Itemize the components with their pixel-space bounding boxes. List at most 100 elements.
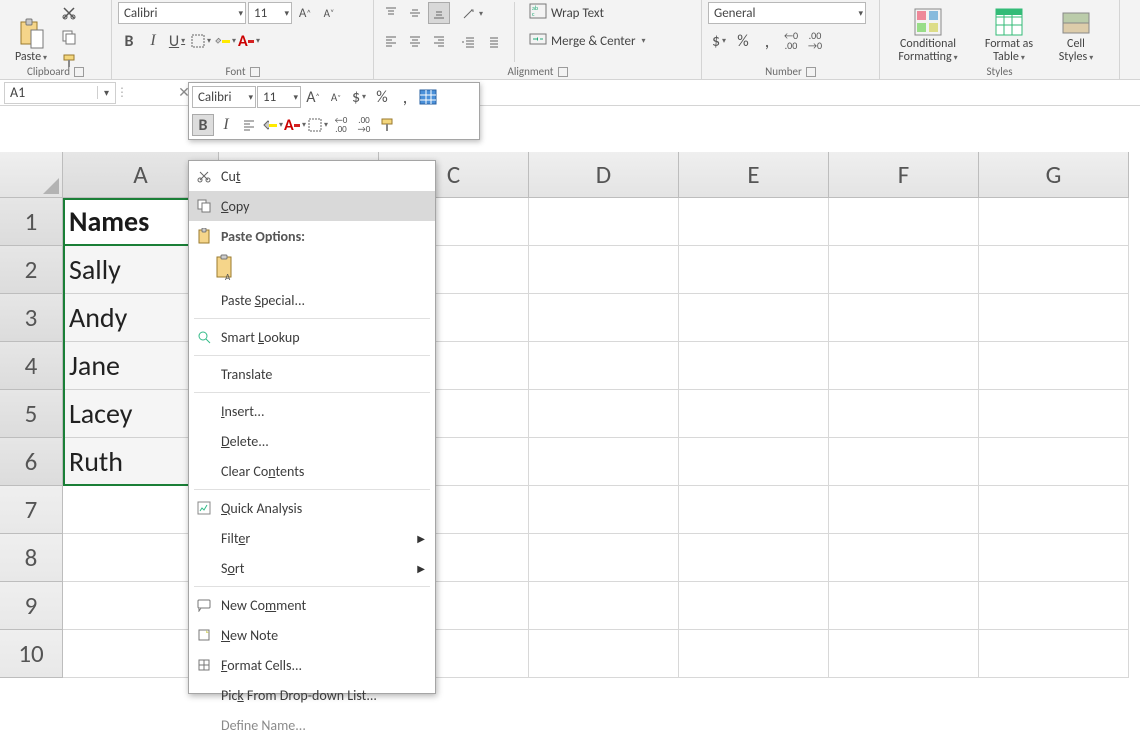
alignment-launcher[interactable] [558,67,568,77]
col-header-F[interactable]: F [829,152,979,198]
cell-D3[interactable] [529,294,679,342]
cell-F10[interactable] [829,630,979,678]
cell-F1[interactable] [829,198,979,246]
cm-cut[interactable]: Cut [189,161,435,191]
cell-F3[interactable] [829,294,979,342]
increase-font-button[interactable]: A˄ [294,2,316,24]
font-size-combo[interactable]: 11▾ [248,2,292,24]
cell-G4[interactable] [979,342,1129,390]
cell-F2[interactable] [829,246,979,294]
cm-quick-analysis[interactable]: Quick Analysis [189,493,435,523]
cell-D9[interactable] [529,582,679,630]
cm-pick-list[interactable]: Pick From Drop-down List... [189,680,435,710]
decrease-decimal-button[interactable]: .00→0 [804,30,826,52]
borders-button[interactable]: ▾ [190,30,212,52]
cell-F7[interactable] [829,486,979,534]
cell-E5[interactable] [679,390,829,438]
mini-size-combo[interactable]: 11▾ [257,86,301,108]
cell-G8[interactable] [979,534,1129,582]
currency-button[interactable]: $▾ [708,30,730,52]
font-launcher[interactable] [250,67,260,77]
decrease-indent-button[interactable] [458,31,480,53]
cell-F4[interactable] [829,342,979,390]
row-header-4[interactable]: 4 [0,342,63,390]
cell-E10[interactable] [679,630,829,678]
row-header-9[interactable]: 9 [0,582,63,630]
row-header-3[interactable]: 3 [0,294,63,342]
mini-currency[interactable]: $▾ [348,86,370,108]
mini-comma[interactable]: , [394,86,416,108]
row-header-1[interactable]: 1 [0,198,63,246]
align-center-button[interactable] [404,30,426,52]
cm-paste-special[interactable]: Paste Special... [189,285,435,315]
cell-E1[interactable] [679,198,829,246]
row-header-6[interactable]: 6 [0,438,63,486]
fill-color-button[interactable]: ▾ [214,30,236,52]
cell-G2[interactable] [979,246,1129,294]
orientation-button[interactable]: ▾ [458,3,486,25]
cell-D8[interactable] [529,534,679,582]
percent-button[interactable]: % [732,30,754,52]
col-header-E[interactable]: E [679,152,829,198]
mini-font-color[interactable]: A▾ [284,114,306,136]
cm-translate[interactable]: Translate [189,359,435,389]
cm-insert[interactable]: Insert... [189,396,435,426]
mini-increase-font[interactable]: A˄ [302,86,324,108]
name-box[interactable]: A1 ▾ [4,82,116,104]
mini-dec-dec[interactable]: .00→0 [353,114,375,136]
format-as-table-button[interactable]: Format asTable▾ [974,2,1044,64]
align-top-button[interactable] [380,2,402,24]
cell-D5[interactable] [529,390,679,438]
cell-G7[interactable] [979,486,1129,534]
mini-borders[interactable]: ▾ [307,114,329,136]
namebox-arrow-icon[interactable]: ▾ [97,86,115,99]
cell-D4[interactable] [529,342,679,390]
cell-D6[interactable] [529,438,679,486]
cell-D1[interactable] [529,198,679,246]
row-header-7[interactable]: 7 [0,486,63,534]
cell-G10[interactable] [979,630,1129,678]
cut-button[interactable] [58,2,80,24]
cm-smart-lookup[interactable]: Smart Lookup [189,322,435,352]
cell-D2[interactable] [529,246,679,294]
increase-decimal-button[interactable]: ←0.00 [780,30,802,52]
align-bottom-button[interactable] [428,2,450,24]
mini-decrease-font[interactable]: A˅ [325,86,347,108]
cell-F8[interactable] [829,534,979,582]
mini-inc-dec[interactable]: ←0.00 [330,114,352,136]
col-header-G[interactable]: G [979,152,1129,198]
cell-E8[interactable] [679,534,829,582]
cell-G1[interactable] [979,198,1129,246]
clipboard-launcher[interactable] [74,67,84,77]
align-middle-button[interactable] [404,2,426,24]
underline-button[interactable]: U▾ [166,30,188,52]
cell-E6[interactable] [679,438,829,486]
cm-new-comment[interactable]: New Comment [189,590,435,620]
mini-fill[interactable]: ▾ [261,114,283,136]
italic-button[interactable]: I [142,30,164,52]
cell-F5[interactable] [829,390,979,438]
cm-copy[interactable]: Copy [189,191,435,221]
cell-G6[interactable] [979,438,1129,486]
number-format-combo[interactable]: General▾ [708,2,866,24]
wrap-text-button[interactable]: abc Wrap Text [525,2,650,24]
cm-sort[interactable]: Sort ▶ [189,553,435,583]
cm-define-name[interactable]: Define Name... [189,710,435,740]
mini-format-painter[interactable] [376,114,398,136]
row-header-2[interactable]: 2 [0,246,63,294]
font-color-button[interactable]: A▾ [238,30,260,52]
align-left-button[interactable] [380,30,402,52]
paste-button[interactable]: Paste▾ [6,2,56,64]
cm-format-cells[interactable]: Format Cells... [189,650,435,680]
mini-bold[interactable]: B [192,114,214,136]
mini-font-combo[interactable]: Calibri▾ [192,86,256,108]
comma-button[interactable]: , [756,30,778,52]
copy-button[interactable] [58,26,80,48]
cell-E4[interactable] [679,342,829,390]
cell-F9[interactable] [829,582,979,630]
cell-E7[interactable] [679,486,829,534]
cm-paste-default[interactable]: A [189,251,435,285]
mini-table[interactable] [417,86,439,108]
mini-percent[interactable]: % [371,86,393,108]
align-right-button[interactable] [428,30,450,52]
